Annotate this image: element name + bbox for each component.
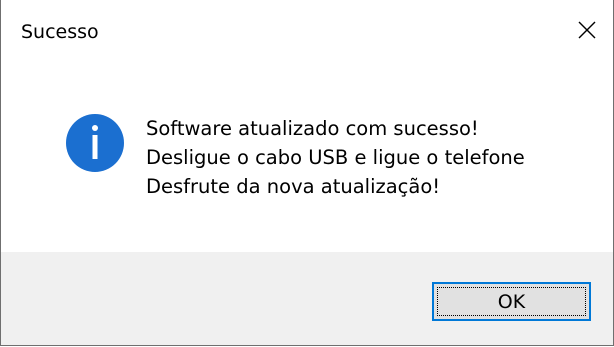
message-dialog: Sucesso Software atualizado com sucesso!… <box>0 0 614 346</box>
info-icon <box>65 113 125 173</box>
ok-button-label: OK <box>497 290 526 313</box>
window-title: Sucesso <box>21 21 99 43</box>
message-line-instruction: Desligue o cabo USB e ligue o telefone <box>146 146 525 169</box>
ok-button[interactable]: OK <box>432 282 591 321</box>
button-bar: OK <box>1 252 613 345</box>
title-bar[interactable]: Sucesso <box>1 0 613 60</box>
close-icon <box>578 21 596 39</box>
message-line-success: Software atualizado com sucesso! <box>146 117 479 140</box>
message-text: Software atualizado com sucesso! Desligu… <box>146 114 525 201</box>
close-button[interactable] <box>561 0 613 60</box>
message-line-enjoy: Desfrute da nova atualização! <box>146 175 441 198</box>
dialog-content: Software atualizado com sucesso! Desligu… <box>1 60 613 252</box>
